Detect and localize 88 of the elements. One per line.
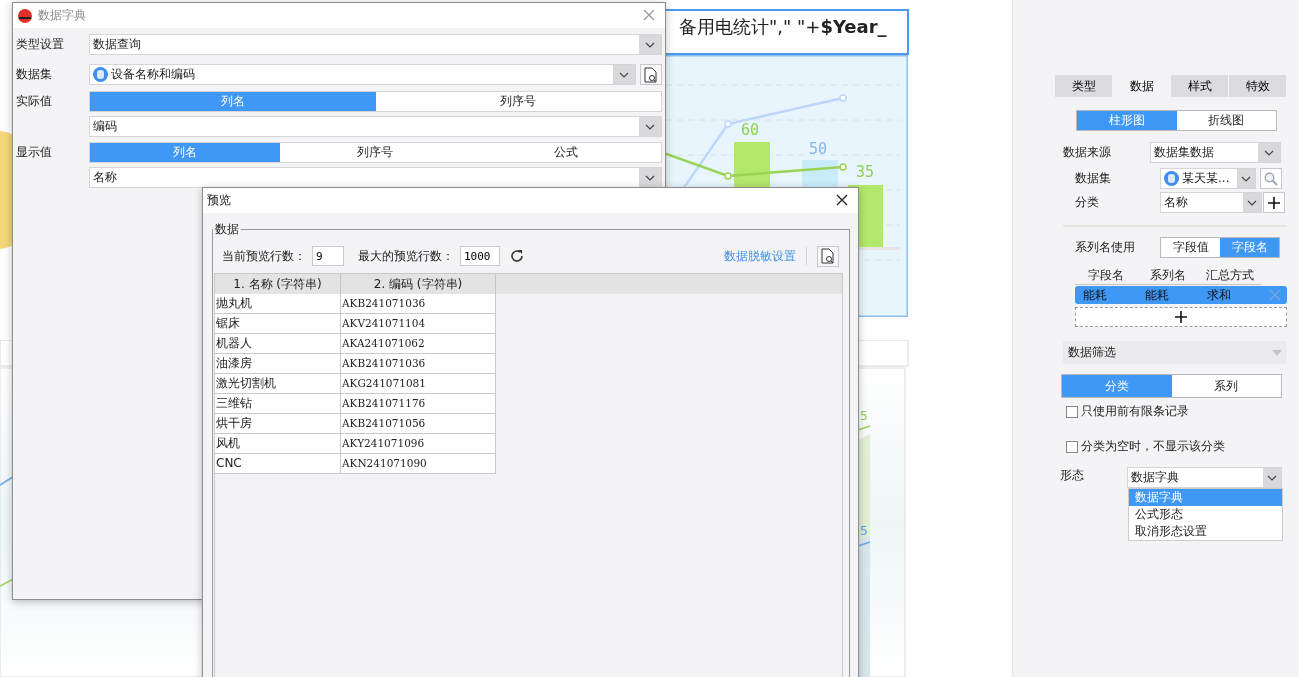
field-label: 最大的预览行数： xyxy=(358,247,454,265)
chevron-down-icon xyxy=(645,174,655,181)
table-cell: CNC xyxy=(215,454,341,474)
table-cell: 激光切割机 xyxy=(215,374,341,394)
field-label: 数据集 xyxy=(1075,170,1112,187)
column-header: 系列名 xyxy=(1137,267,1199,285)
column-header: 汇总方式 xyxy=(1199,267,1261,285)
chevron-down-icon xyxy=(619,71,629,78)
table-cell: 三维钻 xyxy=(215,394,341,414)
checkbox[interactable] xyxy=(1066,440,1078,453)
max-rows-field[interactable]: 1000 xyxy=(460,246,500,266)
field-label: 实际值 xyxy=(16,93,53,110)
type-select[interactable]: 数据查询 xyxy=(89,34,662,55)
database-icon xyxy=(93,67,108,82)
table-cell: AKB241071176 xyxy=(341,394,496,414)
checkbox-label: 分类为空时，不显示该分类 xyxy=(1081,438,1225,455)
section-title: 数据筛选 xyxy=(1068,344,1116,361)
table-cell-text: 求和 xyxy=(1207,286,1232,304)
field-label: 显示值 xyxy=(16,144,53,161)
series-row[interactable]: 能耗 能耗 求和 xyxy=(1075,286,1287,304)
field-label: 形态 xyxy=(1060,467,1085,484)
plus-icon xyxy=(1175,311,1187,323)
column-header: 字段名 xyxy=(1075,267,1137,285)
dataset-select[interactable]: 某天某... xyxy=(1160,168,1256,189)
series-line xyxy=(857,425,871,431)
actual-value-select[interactable]: 编码 xyxy=(89,116,662,137)
table-cell: AKV241071104 xyxy=(341,314,496,334)
panel-tab[interactable]: 特效 xyxy=(1229,75,1286,97)
panel-tab[interactable]: 类型 xyxy=(1055,75,1112,97)
chevron-down-icon xyxy=(1267,474,1277,481)
checkbox-label: 只使用前有限条记录 xyxy=(1081,403,1189,420)
table-cell: 油漆房 xyxy=(215,354,341,374)
section-header[interactable]: 数据筛选 xyxy=(1063,341,1287,364)
table-cell: 风机 xyxy=(215,434,341,454)
search-icon xyxy=(1264,171,1278,186)
table-cell: AKG241071081 xyxy=(341,374,496,394)
data-label: 5 xyxy=(860,523,868,538)
preview-button[interactable] xyxy=(640,64,662,85)
field-label: 当前预览行数： xyxy=(222,247,306,265)
table-cell: AKY241071096 xyxy=(341,434,496,454)
hat-icon xyxy=(17,8,33,23)
field-label: 数据集 xyxy=(16,66,53,83)
chevron-down-icon xyxy=(1247,199,1257,206)
field-label: 类型设置 xyxy=(16,36,65,53)
database-icon xyxy=(1164,171,1179,186)
preview-button[interactable] xyxy=(817,245,839,267)
form-select[interactable]: 数据字典 xyxy=(1127,467,1282,488)
category-select[interactable]: 名称 xyxy=(1160,192,1262,213)
triangle-down-icon xyxy=(1272,349,1282,356)
table-cell: 抛丸机 xyxy=(215,294,341,314)
data-label: 5 xyxy=(860,408,868,423)
table-cell: AKB241071056 xyxy=(341,414,496,434)
current-rows-field[interactable]: 9 xyxy=(312,246,344,266)
add-button[interactable] xyxy=(1263,192,1285,213)
field-label: 分类 xyxy=(1075,194,1100,211)
dialog-title: 数据字典 xyxy=(38,7,87,24)
close-button[interactable] xyxy=(836,193,850,208)
document-search-icon xyxy=(644,66,658,83)
table-cell: AKB241071036 xyxy=(341,354,496,374)
document-search-icon xyxy=(821,248,835,264)
chevron-down-icon xyxy=(1241,175,1251,182)
table-cell: AKA241071062 xyxy=(341,334,496,354)
panel-tab[interactable]: 样式 xyxy=(1171,75,1228,97)
table-cell-text: 能耗 xyxy=(1145,286,1170,304)
table-cell: 机器人 xyxy=(215,334,341,354)
plus-icon xyxy=(1268,196,1280,209)
table-cell: AKB241071036 xyxy=(341,294,496,314)
chevron-down-icon xyxy=(1264,149,1274,156)
table-cell: 锯床 xyxy=(215,314,341,334)
refresh-icon[interactable] xyxy=(510,249,524,263)
field-label: 数据来源 xyxy=(1063,144,1112,161)
data-label: 60 xyxy=(740,121,760,139)
table-cell-text: 能耗 xyxy=(1083,286,1108,304)
display-value-select[interactable]: 名称 xyxy=(89,167,662,188)
dataset-select[interactable]: 设备名称和编码 xyxy=(89,64,636,85)
data-label: 35 xyxy=(855,163,875,181)
chevron-down-icon xyxy=(645,41,655,48)
field-label: 系列名使用 xyxy=(1075,239,1136,256)
data-label: 50 xyxy=(808,140,828,158)
source-select[interactable]: 数据集数据 xyxy=(1150,142,1281,163)
series-line xyxy=(857,541,871,547)
chevron-down-icon xyxy=(645,123,655,130)
dialog-title: 预览 xyxy=(207,192,232,209)
group-title: 数据 xyxy=(214,221,240,238)
table-cell: AKN241071090 xyxy=(341,454,496,474)
table-cell: 烘干房 xyxy=(215,414,341,434)
checkbox[interactable] xyxy=(1066,405,1078,418)
add-series-button[interactable] xyxy=(1075,307,1287,327)
